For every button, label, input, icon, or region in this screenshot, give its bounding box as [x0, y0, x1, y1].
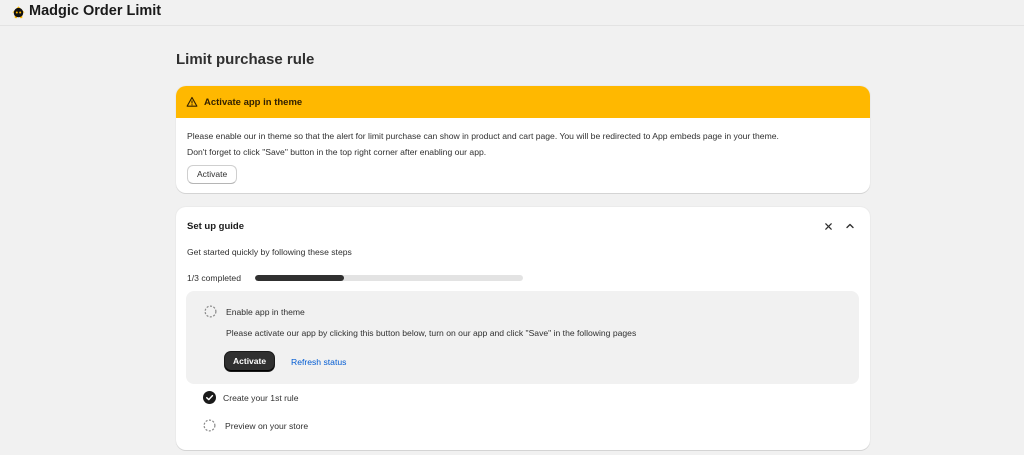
collapse-button[interactable]: [843, 219, 857, 233]
banner-header: Activate app in theme: [176, 86, 870, 118]
banner-title: Activate app in theme: [204, 96, 303, 108]
close-button[interactable]: [821, 219, 835, 233]
app-logo-icon: [12, 6, 25, 19]
checkmark-circle-icon[interactable]: [203, 391, 216, 404]
step-enable-app: Enable app in theme Please activate our …: [186, 291, 859, 384]
setup-guide-title: Set up guide: [187, 221, 244, 232]
step-title-create-rule[interactable]: Create your 1st rule: [223, 393, 298, 403]
top-bar: Madgic Order Limit: [0, 0, 1024, 26]
chevron-up-icon: [846, 223, 854, 229]
step-title-preview-store[interactable]: Preview on your store: [225, 421, 308, 431]
setup-guide-card: Set up guide Get started quickly by foll…: [176, 207, 870, 450]
step-description: Please activate our app by clicking this…: [226, 328, 637, 338]
app-title: Madgic Order Limit: [29, 3, 162, 19]
progress-bar-fill: [255, 275, 345, 281]
banner-body: Please enable our in theme so that the a…: [176, 118, 870, 184]
progress-bar: [255, 275, 523, 281]
step-title-enable-app[interactable]: Enable app in theme: [226, 307, 305, 317]
banner-text-line-1: Please enable our in theme so that the a…: [187, 131, 779, 141]
activate-banner: Activate app in theme Please enable our …: [176, 86, 870, 193]
close-icon: [824, 222, 832, 230]
incomplete-circle-icon[interactable]: [204, 305, 217, 318]
banner-text-line-2: Don't forget to click "Save" button in t…: [187, 147, 487, 157]
banner-activate-button[interactable]: Activate: [187, 165, 238, 184]
refresh-status-link[interactable]: Refresh status: [291, 357, 346, 367]
page-title: Limit purchase rule: [176, 51, 315, 68]
warning-icon: [186, 96, 198, 107]
step-activate-button[interactable]: Activate: [225, 352, 275, 371]
progress-label: 1/3 completed: [187, 273, 241, 283]
setup-guide-subtitle: Get started quickly by following these s…: [187, 247, 352, 257]
incomplete-circle-icon[interactable]: [203, 419, 216, 432]
